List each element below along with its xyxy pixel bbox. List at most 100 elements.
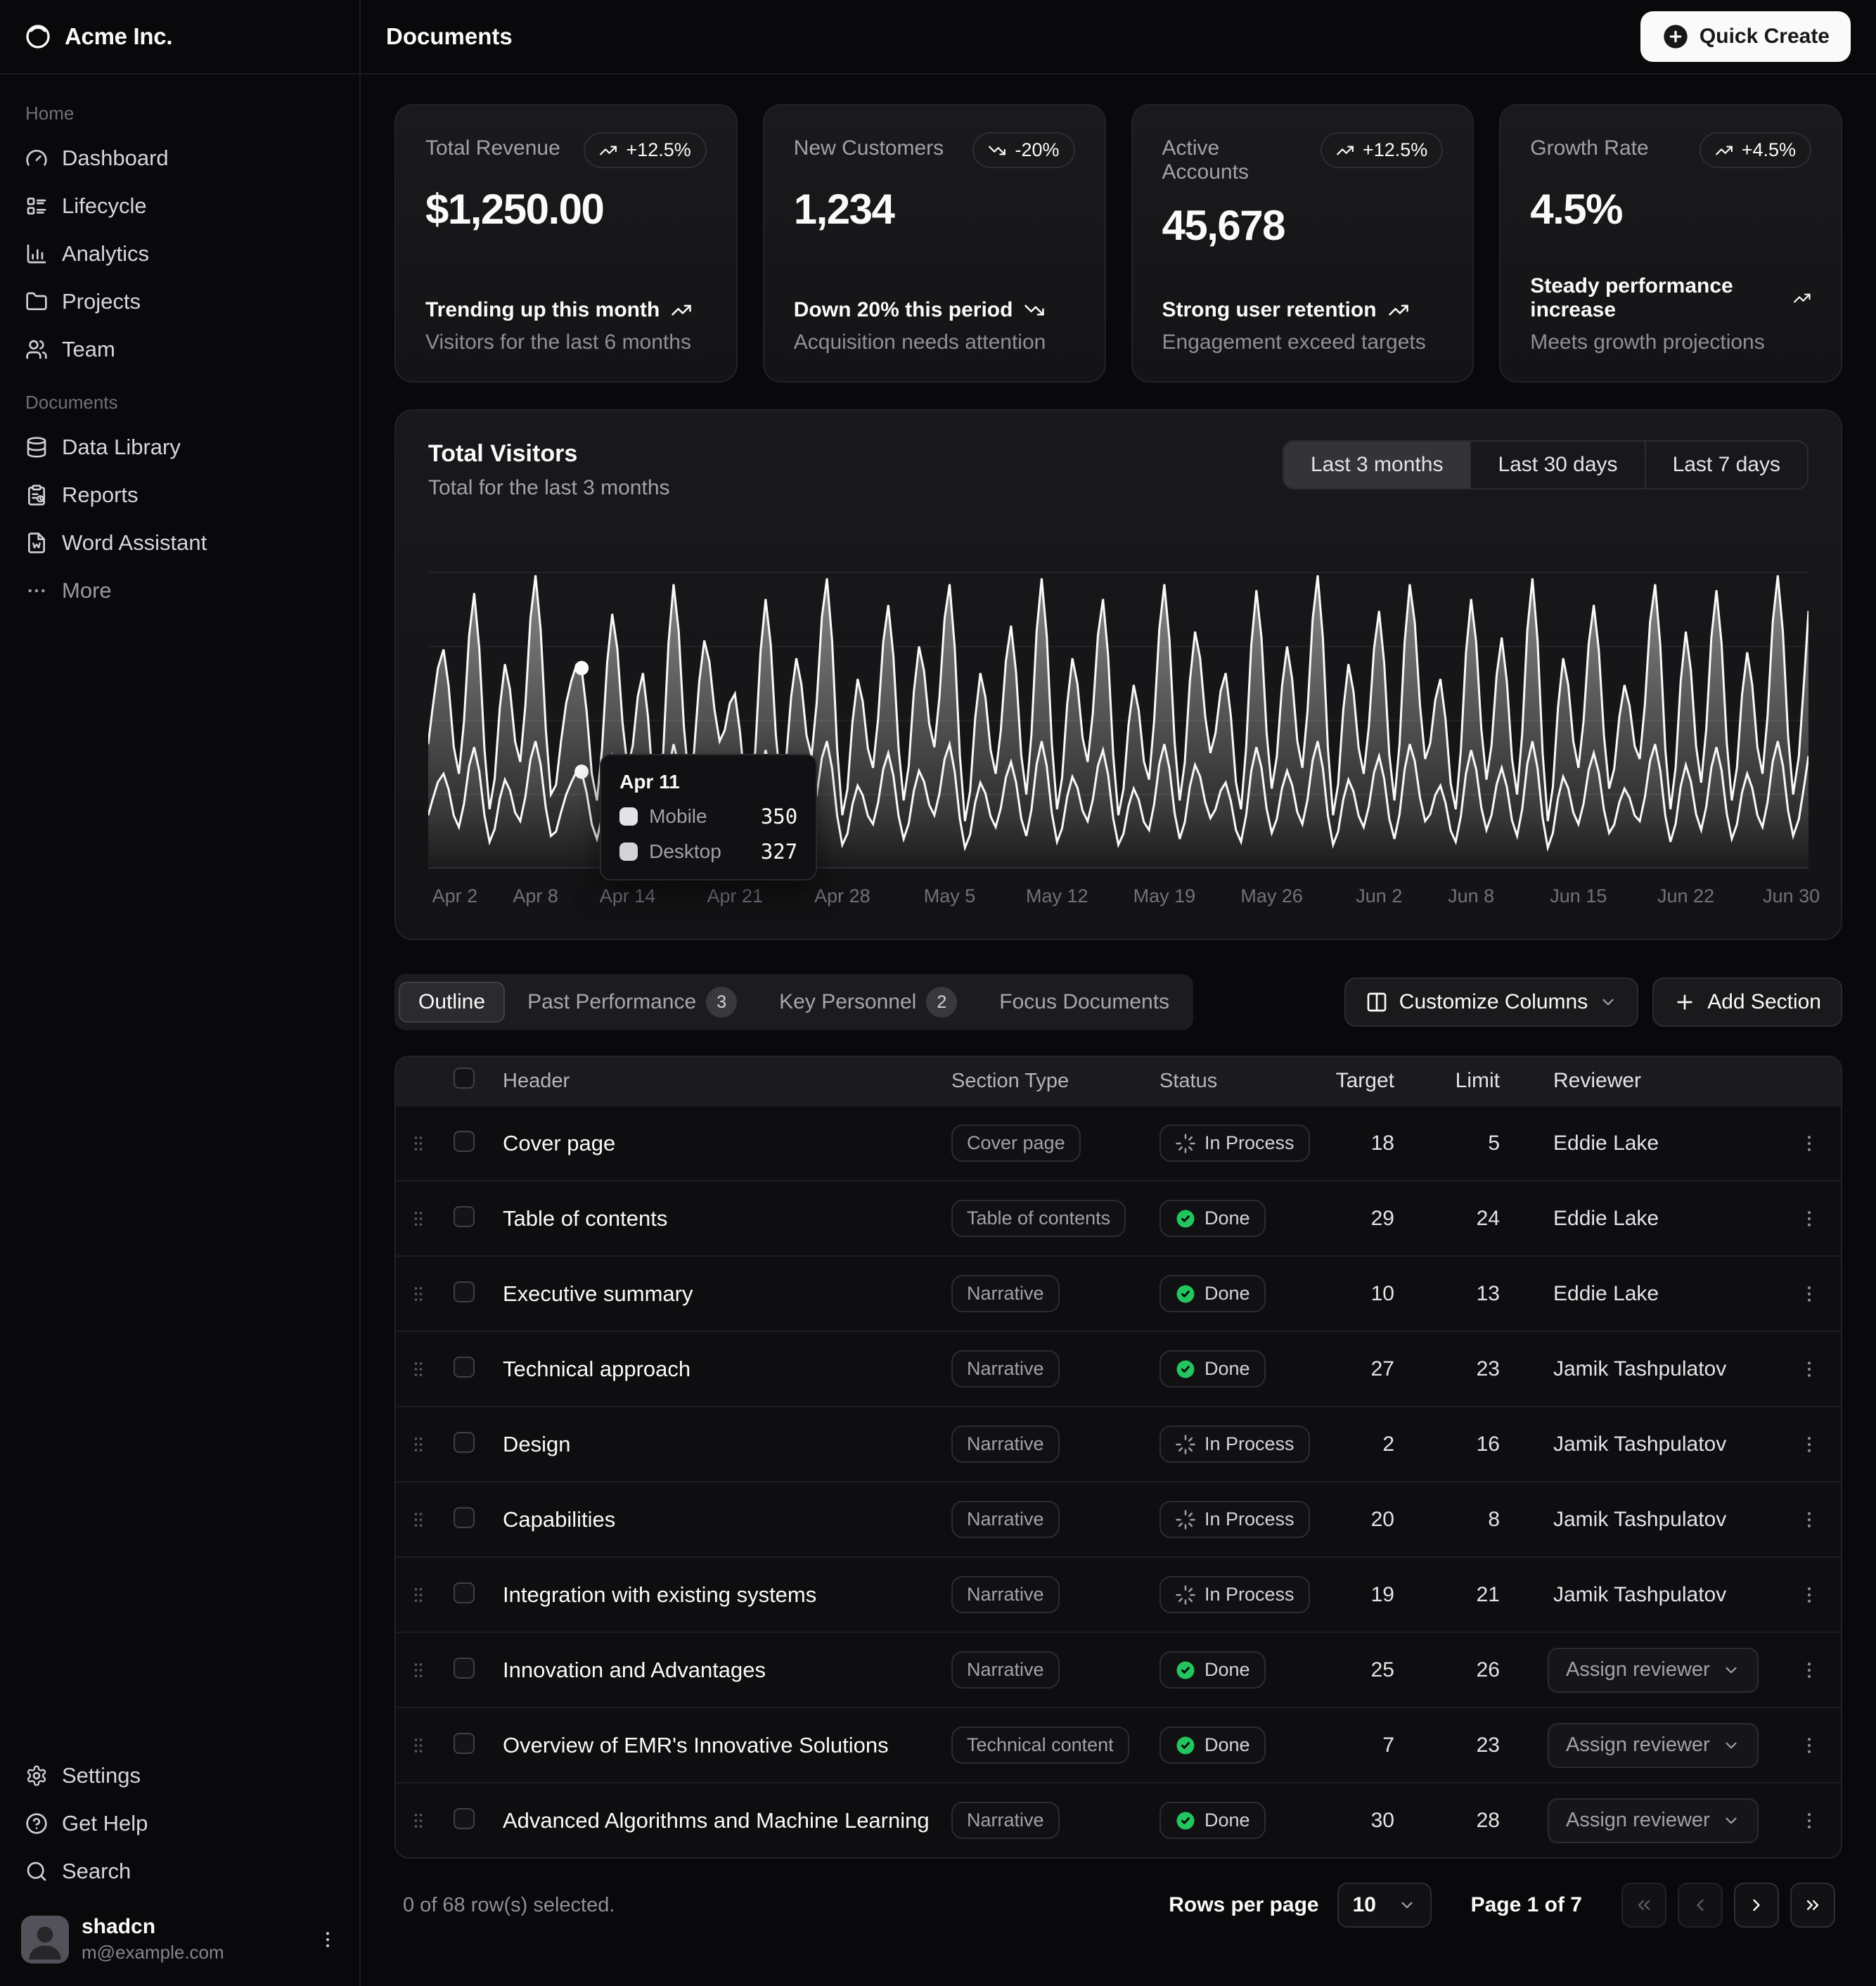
range-last-30-days[interactable]: Last 30 days — [1471, 442, 1645, 488]
last-page-button[interactable] — [1790, 1883, 1835, 1928]
target-value[interactable]: 29 — [1290, 1207, 1414, 1231]
drag-handle[interactable] — [396, 1209, 441, 1229]
row-checkbox[interactable] — [454, 1733, 475, 1754]
sidebar-item-search[interactable]: Search — [11, 1847, 348, 1895]
row-header-link[interactable]: Innovation and Advantages — [503, 1658, 951, 1683]
sidebar-item-analytics[interactable]: Analytics — [11, 230, 348, 278]
target-value[interactable]: 20 — [1290, 1508, 1414, 1532]
tab-past-performance[interactable]: Past Performance3 — [508, 978, 757, 1026]
sidebar-item-settings[interactable]: Settings — [11, 1752, 348, 1800]
row-checkbox[interactable] — [454, 1206, 475, 1227]
rows-per-page-select[interactable]: 10 — [1337, 1883, 1432, 1928]
drag-handle[interactable] — [396, 1284, 441, 1304]
drag-handle[interactable] — [396, 1134, 441, 1153]
tab-key-personnel[interactable]: Key Personnel2 — [759, 978, 977, 1026]
row-checkbox[interactable] — [454, 1808, 475, 1829]
target-value[interactable]: 2 — [1290, 1433, 1414, 1456]
chevron-down-icon — [1722, 1661, 1740, 1679]
row-header-link[interactable]: Table of contents — [503, 1206, 951, 1231]
tab-outline[interactable]: Outline — [399, 982, 505, 1023]
limit-value[interactable]: 23 — [1414, 1357, 1520, 1381]
target-value[interactable]: 7 — [1290, 1734, 1414, 1757]
drag-handle[interactable] — [396, 1811, 441, 1831]
range-last-3-months[interactable]: Last 3 months — [1284, 442, 1471, 488]
target-value[interactable]: 19 — [1290, 1583, 1414, 1607]
row-menu-button[interactable] — [1778, 1359, 1841, 1380]
sidebar-item-projects[interactable]: Projects — [11, 278, 348, 326]
row-header-link[interactable]: Capabilities — [503, 1507, 951, 1532]
org-switcher[interactable]: Acme Inc. — [0, 0, 359, 75]
target-value[interactable]: 25 — [1290, 1658, 1414, 1682]
add-section-button[interactable]: Add Section — [1652, 978, 1842, 1027]
row-menu-button[interactable] — [1778, 1208, 1841, 1229]
drag-handle[interactable] — [396, 1510, 441, 1530]
row-header-link[interactable]: Executive summary — [503, 1281, 951, 1307]
row-header-link[interactable]: Integration with existing systems — [503, 1582, 951, 1608]
row-menu-button[interactable] — [1778, 1283, 1841, 1305]
drag-handle[interactable] — [396, 1435, 441, 1454]
area-chart-plot[interactable]: Apr 11 Mobile 350 Desktop 327 — [428, 531, 1808, 869]
row-menu-button[interactable] — [1778, 1434, 1841, 1455]
row-header-link[interactable]: Technical approach — [503, 1357, 951, 1382]
customize-columns-button[interactable]: Customize Columns — [1344, 978, 1638, 1027]
drag-handle[interactable] — [396, 1736, 441, 1755]
limit-value[interactable]: 21 — [1414, 1583, 1520, 1607]
x-axis-tick: Apr 21 — [707, 885, 763, 907]
row-checkbox[interactable] — [454, 1582, 475, 1603]
sidebar-item-team[interactable]: Team — [11, 326, 348, 373]
drag-handle[interactable] — [396, 1660, 441, 1680]
limit-value[interactable]: 28 — [1414, 1809, 1520, 1833]
row-checkbox[interactable] — [454, 1131, 475, 1152]
assign-reviewer-select[interactable]: Assign reviewer — [1548, 1798, 1759, 1843]
sidebar-item-data-library[interactable]: Data Library — [11, 423, 348, 471]
drag-handle[interactable] — [396, 1585, 441, 1605]
quick-create-button[interactable]: Quick Create — [1640, 11, 1851, 62]
row-menu-button[interactable] — [1778, 1735, 1841, 1756]
row-header-link[interactable]: Design — [503, 1432, 951, 1457]
next-page-button[interactable] — [1734, 1883, 1779, 1928]
sidebar-item-more[interactable]: More — [11, 567, 348, 615]
sidebar-item-word-assistant[interactable]: Word Assistant — [11, 519, 348, 567]
assign-reviewer-select[interactable]: Assign reviewer — [1548, 1723, 1759, 1768]
row-menu-button[interactable] — [1778, 1810, 1841, 1831]
previous-page-button[interactable] — [1678, 1883, 1723, 1928]
target-value[interactable]: 10 — [1290, 1282, 1414, 1306]
first-page-button[interactable] — [1621, 1883, 1666, 1928]
sidebar-item-dashboard[interactable]: Dashboard — [11, 134, 348, 182]
limit-value[interactable]: 23 — [1414, 1734, 1520, 1757]
grip-vertical-icon — [409, 1359, 428, 1379]
assign-reviewer-select[interactable]: Assign reviewer — [1548, 1648, 1759, 1693]
user-menu-trigger[interactable]: shadcn m@example.com — [11, 1905, 348, 1973]
sidebar-item-reports[interactable]: Reports — [11, 471, 348, 519]
sidebar-item-get-help[interactable]: Get Help — [11, 1800, 348, 1847]
target-value[interactable]: 30 — [1290, 1809, 1414, 1833]
row-header-link[interactable]: Cover page — [503, 1131, 951, 1156]
more-vertical-icon[interactable] — [317, 1929, 338, 1950]
sidebar-item-lifecycle[interactable]: Lifecycle — [11, 182, 348, 230]
row-header-link[interactable]: Advanced Algorithms and Machine Learning — [503, 1808, 951, 1833]
row-checkbox[interactable] — [454, 1658, 475, 1679]
row-checkbox[interactable] — [454, 1281, 475, 1302]
limit-value[interactable]: 16 — [1414, 1433, 1520, 1456]
limit-value[interactable]: 24 — [1414, 1207, 1520, 1231]
row-checkbox[interactable] — [454, 1507, 475, 1528]
row-menu-button[interactable] — [1778, 1584, 1841, 1606]
row-menu-button[interactable] — [1778, 1660, 1841, 1681]
drag-handle[interactable] — [396, 1359, 441, 1379]
card-subnote: Meets growth projections — [1530, 331, 1811, 354]
target-value[interactable]: 18 — [1290, 1132, 1414, 1155]
row-checkbox[interactable] — [454, 1357, 475, 1378]
tab-focus-documents[interactable]: Focus Documents — [979, 982, 1189, 1023]
row-menu-button[interactable] — [1778, 1133, 1841, 1154]
limit-value[interactable]: 13 — [1414, 1282, 1520, 1306]
row-header-link[interactable]: Overview of EMR's Innovative Solutions — [503, 1733, 951, 1758]
limit-value[interactable]: 5 — [1414, 1132, 1520, 1155]
limit-value[interactable]: 8 — [1414, 1508, 1520, 1532]
row-menu-button[interactable] — [1778, 1509, 1841, 1530]
status-badge: In Process — [1159, 1426, 1310, 1463]
target-value[interactable]: 27 — [1290, 1357, 1414, 1381]
select-all-checkbox[interactable] — [454, 1068, 475, 1089]
range-last-7-days[interactable]: Last 7 days — [1646, 442, 1807, 488]
limit-value[interactable]: 26 — [1414, 1658, 1520, 1682]
row-checkbox[interactable] — [454, 1432, 475, 1453]
